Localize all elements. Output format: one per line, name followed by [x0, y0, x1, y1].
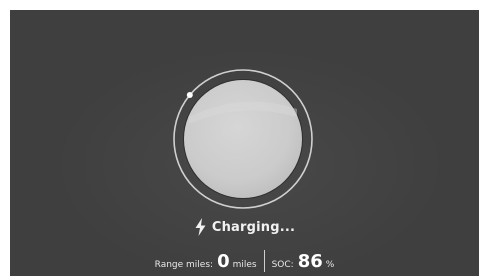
range-metric: Range miles: 0 miles — [155, 251, 257, 272]
vehicle-info-bar: Range miles: 0 miles SOC: 86 % — [10, 248, 479, 274]
charge-indicator — [173, 69, 313, 209]
soc-unit: % — [325, 259, 335, 270]
charging-status-text: Charging... — [211, 219, 296, 235]
progress-dot-icon — [186, 92, 193, 98]
charge-disc — [184, 80, 302, 198]
soc-label: SOC: — [271, 259, 294, 270]
charging-status: Charging... — [10, 214, 479, 240]
lightning-bolt-icon — [195, 218, 206, 236]
soc-metric: SOC: 86 % — [272, 251, 335, 272]
charging-screen: Charging... Range miles: 0 miles SOC: 86… — [10, 10, 479, 276]
range-unit: miles — [232, 259, 257, 270]
charge-ring-graphic — [173, 69, 313, 209]
range-label: Range miles: — [154, 259, 214, 270]
range-value: 0 — [217, 250, 230, 272]
info-divider — [263, 250, 265, 272]
soc-value: 86 — [297, 250, 323, 272]
